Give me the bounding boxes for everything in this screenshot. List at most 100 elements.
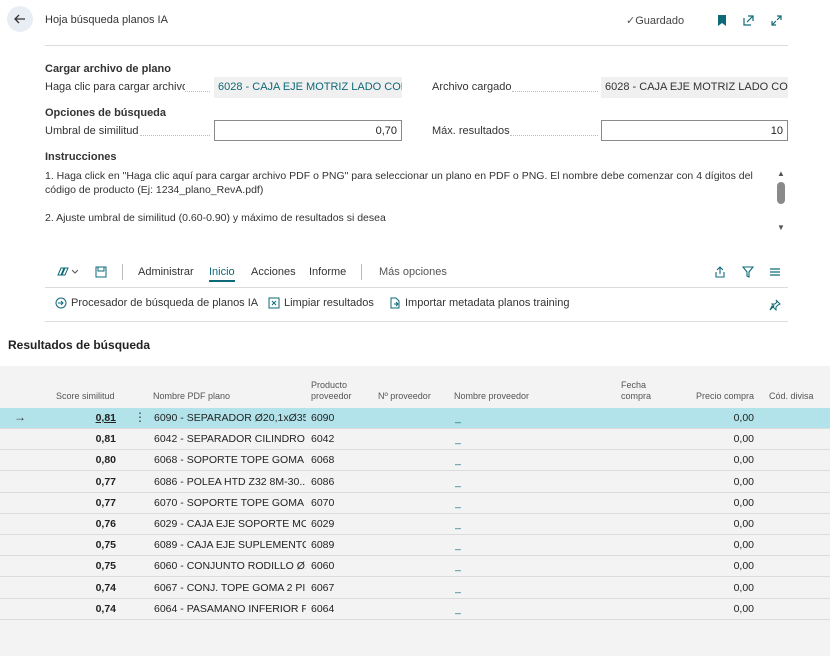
product-cell: 6086: [311, 475, 335, 488]
table-row[interactable]: 0,77 6070 - SOPORTE TOPE GOMA ... 6070 _ 0,0…: [0, 493, 830, 514]
product-cell: 6060: [311, 560, 335, 573]
product-cell: 6067: [311, 581, 335, 594]
pdf-name-cell[interactable]: 6067 - CONJ. TOPE GOMA 2 PI...: [154, 582, 306, 594]
price-cell: 0,00: [733, 518, 754, 530]
vendor-name-cell[interactable]: _: [455, 582, 495, 594]
product-cell: 6070: [311, 496, 335, 509]
list-view-icon[interactable]: [768, 265, 782, 279]
price-cell: 0,00: [733, 602, 754, 615]
menu-administrar[interactable]: Administrar: [138, 266, 194, 278]
table-row[interactable]: 0,80 6068 - SOPORTE TOPE GOMA ... 6068 _ 0,0…: [0, 450, 830, 472]
score-cell: 0,74: [95, 602, 116, 615]
pdf-name-cell[interactable]: 6064 - PASAMANO INFERIOR F...: [154, 603, 306, 615]
product-cell: 6090: [311, 412, 335, 424]
table-row[interactable]: 0,76 6029 - CAJA EJE SOPORTE MO... 6029 _ 0,…: [0, 514, 830, 535]
pdf-name-cell[interactable]: 6089 - CAJA EJE SUPLEMENTO ...: [154, 539, 306, 551]
pdf-name-cell[interactable]: 6068 - SOPORTE TOPE GOMA ...: [154, 454, 306, 466]
results-title: Resultados de búsqueda: [8, 338, 151, 352]
menu-acciones[interactable]: Acciones: [251, 266, 296, 278]
table-row[interactable]: 0,81 6042 - SEPARADOR CILINDRO ... 6042 _ 0,…: [0, 429, 830, 451]
col-currency[interactable]: Cód. divisa: [769, 391, 814, 402]
instructions-text: 1. Haga click en "Haga clic aquí para ca…: [45, 169, 765, 225]
table-row[interactable]: 0,75 6060 - CONJUNTO RODILLO Ø... 6060 _ 0,0…: [0, 556, 830, 578]
price-cell: 0,00: [733, 433, 754, 446]
clear-results-label: Limpiar resultados: [284, 297, 374, 309]
more-options[interactable]: Más opciones: [379, 266, 447, 278]
clear-icon: [268, 297, 280, 309]
scrollbar-thumb[interactable]: [777, 182, 785, 204]
scroll-down-icon[interactable]: ▼: [777, 223, 785, 232]
grid-header: Score similitud Nombre PDF plano Product…: [0, 366, 830, 408]
pin-icon[interactable]: [768, 298, 782, 312]
share-icon[interactable]: [713, 265, 727, 279]
expand-icon[interactable]: [768, 12, 784, 28]
col-vendor-name[interactable]: Nombre proveedor: [454, 391, 529, 402]
scroll-up-icon[interactable]: ▲: [777, 169, 785, 178]
vendor-name-cell[interactable]: _: [455, 603, 495, 615]
loaded-file-label: Archivo cargado: [432, 81, 512, 93]
col-vendor-no[interactable]: Nº proveedor: [378, 391, 431, 402]
table-row[interactable]: → ⋮ 0,81 6090 - SEPARADOR Ø20,1xØ35... 6090 _…: [0, 408, 830, 429]
product-cell: 6042: [311, 433, 335, 446]
instruction-line-2: 2. Ajuste umbral de similitud (0.60-0.90…: [45, 212, 386, 224]
threshold-input[interactable]: 0,70: [214, 120, 402, 141]
copilot-icon[interactable]: [55, 265, 79, 279]
check-icon: ✓: [626, 15, 636, 27]
score-cell: 0,77: [95, 475, 116, 488]
vendor-name-cell[interactable]: _: [455, 560, 495, 572]
col-purchase-price[interactable]: Precio compra: [696, 391, 754, 402]
price-cell: 0,00: [733, 560, 754, 573]
price-cell: 0,00: [733, 539, 754, 552]
product-cell: 6029: [311, 518, 335, 530]
filter-icon[interactable]: [741, 265, 755, 279]
pdf-name-cell[interactable]: 6042 - SEPARADOR CILINDRO ...: [154, 433, 306, 445]
col-product[interactable]: Producto proveedor: [311, 380, 352, 402]
product-cell: 6064: [311, 602, 335, 615]
max-results-input[interactable]: 10: [601, 120, 788, 141]
vendor-name-cell[interactable]: _: [455, 476, 495, 488]
label-dots: [185, 91, 210, 92]
save-icon[interactable]: [94, 265, 108, 279]
upload-file-field[interactable]: 6028 - CAJA EJE MOTRIZ LADO CON...: [214, 77, 402, 98]
vendor-name-cell[interactable]: _: [455, 539, 495, 551]
search-options-title: Opciones de búsqueda: [45, 107, 167, 119]
col-purchase-date[interactable]: Fecha compra: [621, 380, 651, 402]
clear-results-action[interactable]: Limpiar resultados: [268, 297, 374, 309]
vendor-name-cell[interactable]: _: [455, 518, 495, 530]
col-pdf-name[interactable]: Nombre PDF plano: [153, 391, 230, 402]
bookmark-icon[interactable]: [714, 12, 730, 28]
table-row[interactable]: 0,77 6086 - POLEA HTD Z32 8M-30... 6086 _ 0,…: [0, 472, 830, 493]
vendor-name-cell[interactable]: _: [455, 454, 495, 466]
import-metadata-label: Importar metadata planos training: [405, 297, 570, 309]
import-metadata-action[interactable]: Importar metadata planos training: [389, 297, 569, 309]
price-cell: 0,00: [733, 475, 754, 488]
col-score[interactable]: Score similitud: [56, 391, 115, 402]
pdf-name-cell[interactable]: 6029 - CAJA EJE SOPORTE MO...: [154, 518, 306, 530]
score-cell: 0,81: [95, 412, 116, 424]
price-cell: 0,00: [733, 412, 754, 424]
vendor-name-cell[interactable]: _: [455, 497, 495, 509]
subaction-divider: [45, 321, 788, 322]
table-row[interactable]: 0,74 6064 - PASAMANO INFERIOR F... 6064 _ 0,…: [0, 599, 830, 620]
pdf-name-cell[interactable]: 6070 - SOPORTE TOPE GOMA ...: [154, 497, 306, 509]
vendor-name-cell[interactable]: _: [455, 433, 495, 445]
product-cell: 6068: [311, 454, 335, 467]
back-button[interactable]: [7, 6, 33, 32]
table-row[interactable]: 0,74 6067 - CONJ. TOPE GOMA 2 PI... 6067 _ 0…: [0, 578, 830, 599]
row-menu-icon[interactable]: ⋮: [134, 410, 146, 424]
results-grid: Score similitud Nombre PDF plano Product…: [0, 366, 830, 656]
menu-inicio[interactable]: Inicio: [209, 266, 235, 282]
max-results-label: Máx. resultados: [432, 125, 510, 137]
vendor-name-cell[interactable]: _: [455, 412, 495, 424]
click-upload-label: Haga clic para cargar archivo: [45, 81, 185, 93]
pdf-name-cell[interactable]: 6060 - CONJUNTO RODILLO Ø...: [154, 560, 306, 572]
action-separator: [361, 264, 362, 280]
menu-informe[interactable]: Informe: [309, 266, 346, 278]
processor-action[interactable]: Procesador de búsqueda de planos IA: [55, 297, 258, 309]
processor-action-label: Procesador de búsqueda de planos IA: [71, 297, 259, 309]
table-row[interactable]: 0,75 6089 - CAJA EJE SUPLEMENTO ... 6089 _ 0…: [0, 535, 830, 557]
pdf-name-cell[interactable]: 6086 - POLEA HTD Z32 8M-30...: [154, 476, 306, 488]
threshold-label: Umbral de similitud: [45, 125, 139, 137]
open-new-window-icon[interactable]: [740, 12, 756, 28]
pdf-name-cell[interactable]: 6090 - SEPARADOR Ø20,1xØ35...: [154, 412, 306, 424]
